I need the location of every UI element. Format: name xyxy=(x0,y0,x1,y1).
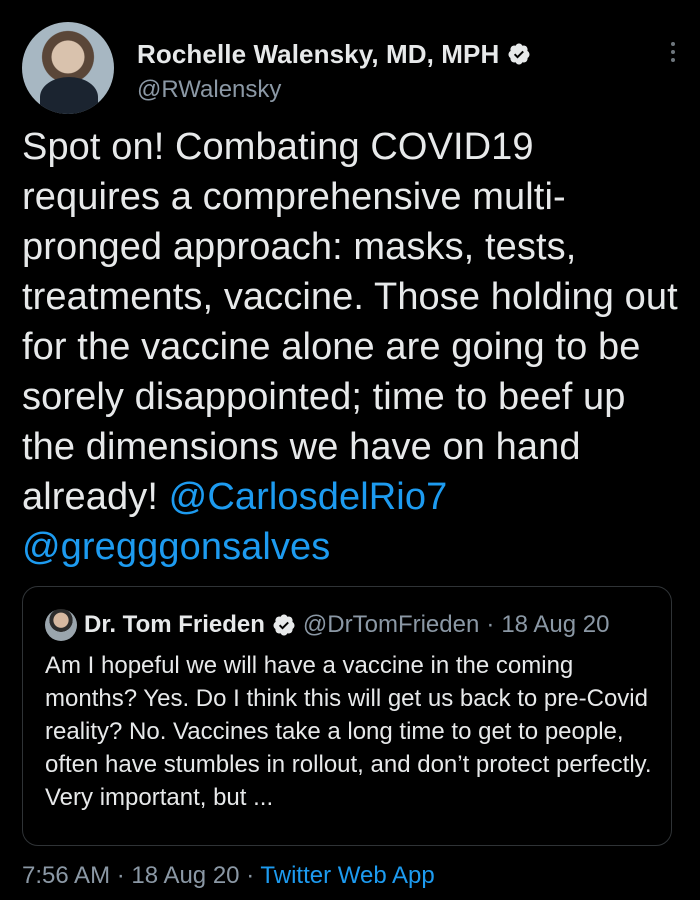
verified-badge-icon xyxy=(508,43,530,65)
author-handle[interactable]: @RWalensky xyxy=(137,76,281,104)
author-name-row[interactable]: Rochelle Walensky, MD, MPH xyxy=(137,34,531,74)
tweet-text: Spot on! Combating COVID19 requires a co… xyxy=(22,122,680,572)
author-display-name[interactable]: Rochelle Walensky, MD, MPH xyxy=(137,39,499,70)
tweet-source-link[interactable]: Twitter Web App xyxy=(260,862,434,889)
quoted-tweet-text: Am I hopeful we will have a vaccine in t… xyxy=(45,652,652,811)
verified-badge-icon xyxy=(273,614,295,636)
separator-dot: · xyxy=(116,862,125,889)
quoted-author-handle[interactable]: @DrTomFrieden xyxy=(303,611,479,639)
quoted-tweet[interactable]: Dr. Tom Frieden @DrTomFrieden · 18 Aug 2… xyxy=(22,586,672,846)
separator-dot: · xyxy=(486,611,495,638)
tweet-body: Spot on! Combating COVID19 requires a co… xyxy=(22,126,678,518)
tweet-meta: 7:56 AM · 18 Aug 20 · Twitter Web App xyxy=(22,862,435,890)
mention-link[interactable]: @gregggonsalves xyxy=(22,526,330,568)
quoted-tweet-date[interactable]: 18 Aug 20 xyxy=(501,611,609,639)
tweet-time[interactable]: 7:56 AM xyxy=(22,862,110,889)
quoted-author-avatar[interactable] xyxy=(45,609,77,641)
separator-dot: · xyxy=(246,862,255,889)
author-avatar[interactable] xyxy=(22,22,114,114)
mention-link[interactable]: @CarlosdelRio7 xyxy=(169,476,448,518)
quoted-tweet-header: Dr. Tom Frieden @DrTomFrieden · 18 Aug 2… xyxy=(45,607,609,643)
more-options-icon[interactable] xyxy=(664,38,682,66)
tweet-header: Rochelle Walensky, MD, MPH @RWalensky xyxy=(22,22,682,114)
quoted-author-name[interactable]: Dr. Tom Frieden xyxy=(84,611,265,639)
tweet-date[interactable]: 18 Aug 20 xyxy=(131,862,239,889)
